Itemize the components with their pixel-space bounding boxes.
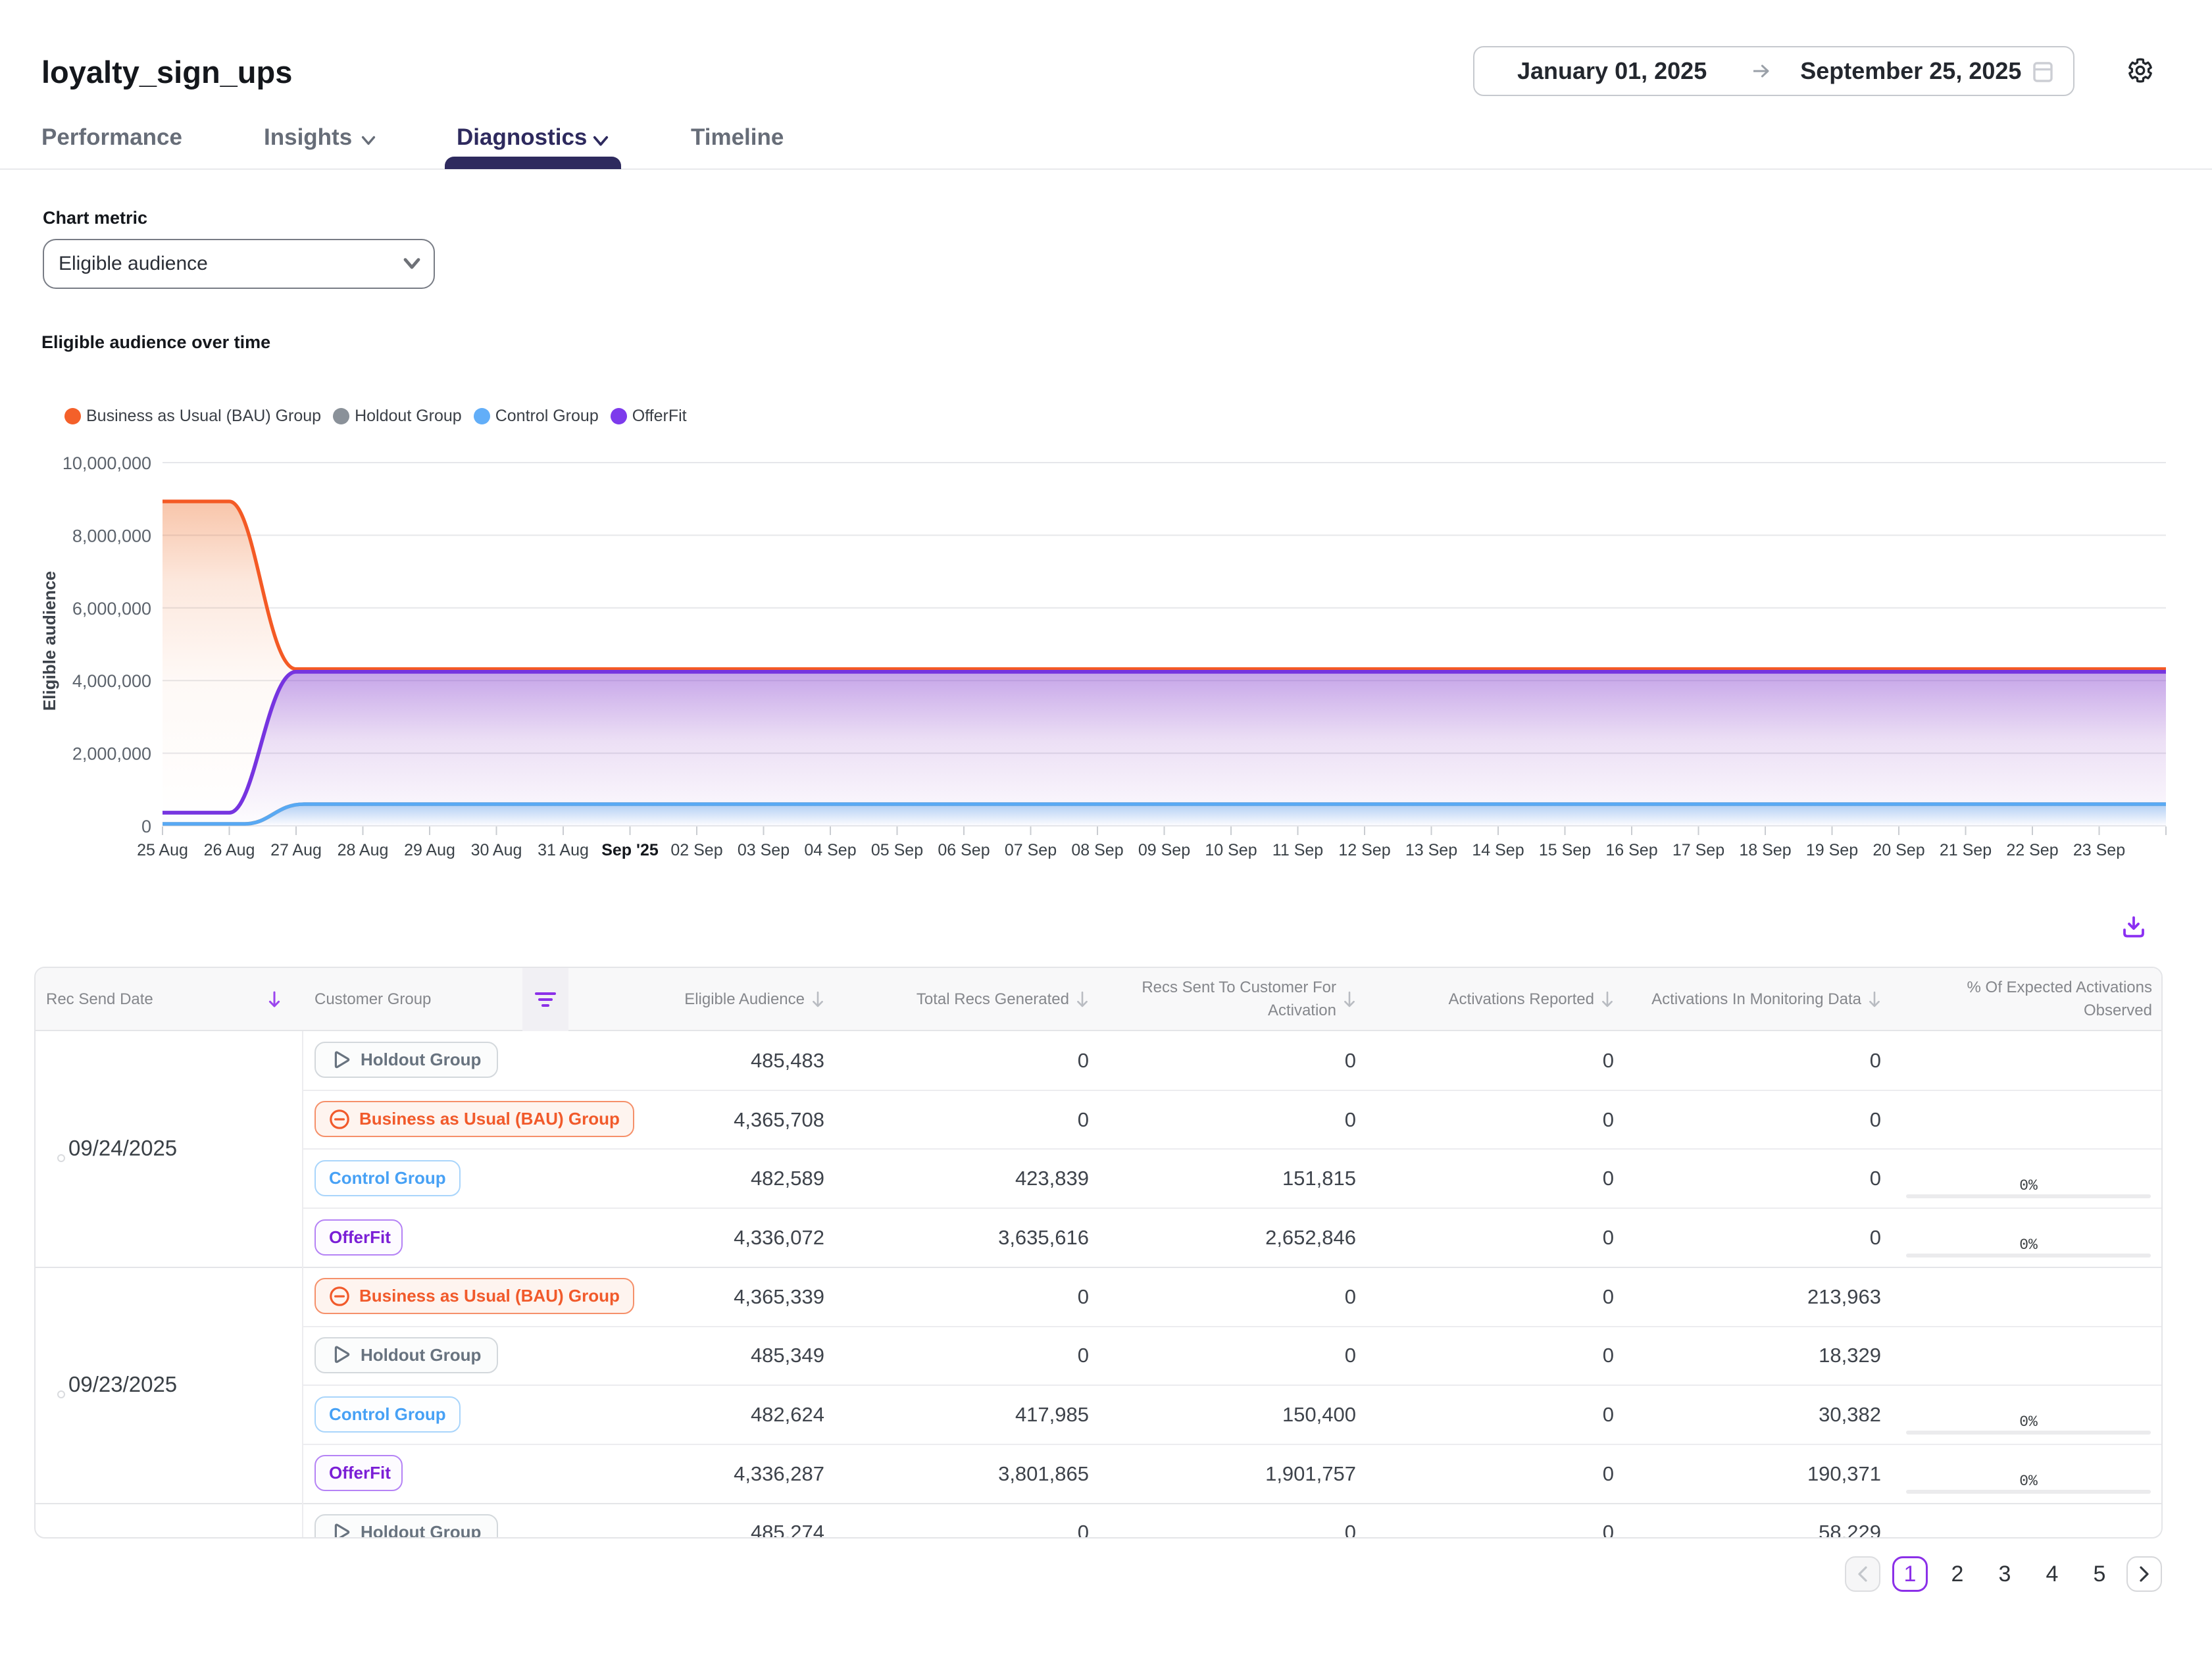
svg-text:17 Sep: 17 Sep: [1672, 841, 1724, 859]
svg-text:13 Sep: 13 Sep: [1405, 841, 1457, 859]
svg-text:30 Aug: 30 Aug: [471, 841, 522, 859]
svg-text:29 Aug: 29 Aug: [404, 841, 455, 859]
svg-text:03 Sep: 03 Sep: [738, 841, 790, 859]
svg-text:25 Aug: 25 Aug: [137, 841, 188, 859]
svg-text:21 Sep: 21 Sep: [1940, 841, 1992, 859]
svg-text:2,000,000: 2,000,000: [72, 744, 151, 764]
svg-text:23 Sep: 23 Sep: [2073, 841, 2125, 859]
svg-text:18 Sep: 18 Sep: [1739, 841, 1791, 859]
svg-text:22 Sep: 22 Sep: [2006, 841, 2058, 859]
svg-text:11 Sep: 11 Sep: [1272, 841, 1323, 859]
svg-text:07 Sep: 07 Sep: [1005, 841, 1057, 859]
svg-text:26 Aug: 26 Aug: [204, 841, 255, 859]
svg-text:4,000,000: 4,000,000: [72, 671, 151, 691]
svg-text:14 Sep: 14 Sep: [1472, 841, 1524, 859]
svg-text:15 Sep: 15 Sep: [1539, 841, 1591, 859]
svg-text:Sep '25: Sep '25: [601, 841, 659, 859]
svg-text:27 Aug: 27 Aug: [270, 841, 322, 859]
svg-text:05 Sep: 05 Sep: [871, 841, 923, 859]
svg-text:09 Sep: 09 Sep: [1138, 841, 1190, 859]
svg-text:0: 0: [141, 817, 151, 836]
svg-text:19 Sep: 19 Sep: [1806, 841, 1858, 859]
svg-text:31 Aug: 31 Aug: [538, 841, 589, 859]
svg-text:08 Sep: 08 Sep: [1071, 841, 1123, 859]
svg-text:02 Sep: 02 Sep: [670, 841, 722, 859]
svg-text:8,000,000: 8,000,000: [72, 526, 151, 546]
svg-text:28 Aug: 28 Aug: [338, 841, 389, 859]
svg-text:6,000,000: 6,000,000: [72, 599, 151, 619]
svg-text:20 Sep: 20 Sep: [1873, 841, 1924, 859]
svg-text:12 Sep: 12 Sep: [1338, 841, 1390, 859]
svg-text:10,000,000: 10,000,000: [63, 453, 151, 473]
svg-text:04 Sep: 04 Sep: [804, 841, 856, 859]
svg-text:10 Sep: 10 Sep: [1205, 841, 1257, 859]
svg-text:Eligible audience: Eligible audience: [39, 571, 59, 711]
svg-text:16 Sep: 16 Sep: [1605, 841, 1657, 859]
svg-text:06 Sep: 06 Sep: [938, 841, 990, 859]
